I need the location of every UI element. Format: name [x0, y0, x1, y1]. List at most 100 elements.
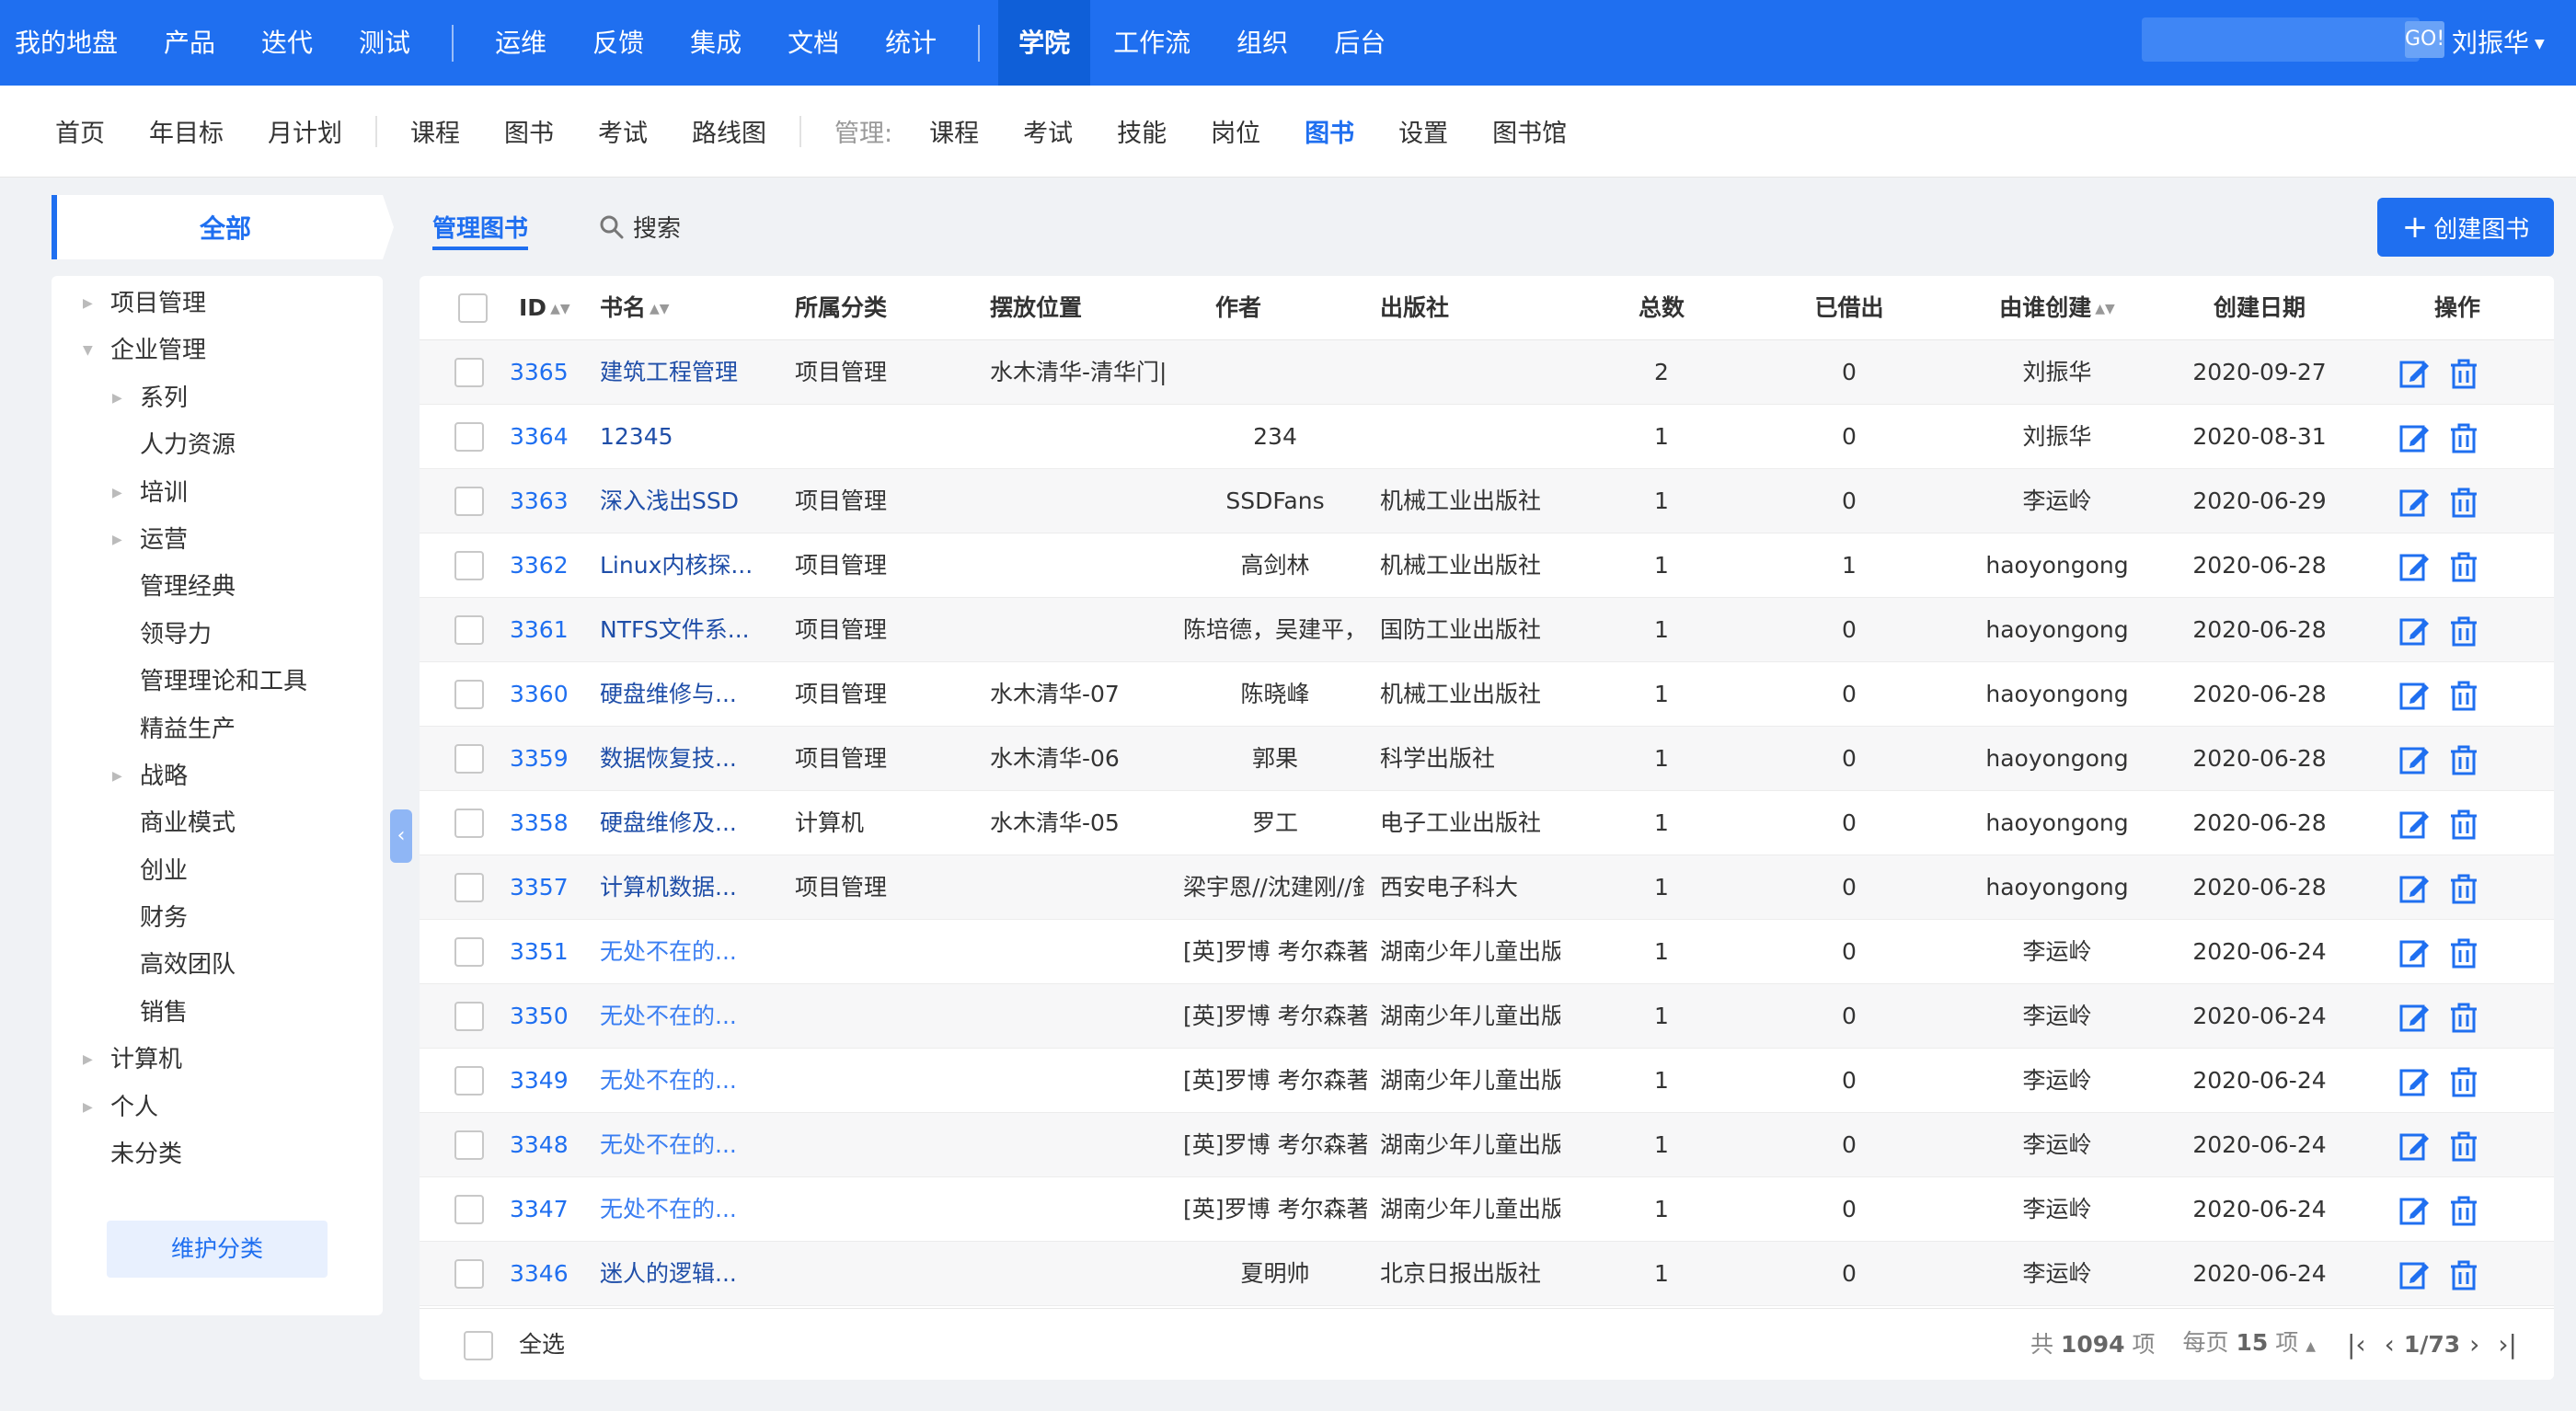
- footer-select-all-checkbox[interactable]: [464, 1331, 493, 1360]
- edit-icon[interactable]: [2398, 1001, 2431, 1034]
- book-title-link[interactable]: 计算机数据...: [600, 855, 784, 920]
- row-checkbox[interactable]: [454, 1002, 484, 1031]
- row-checkbox[interactable]: [454, 358, 484, 387]
- edit-icon[interactable]: [2398, 936, 2431, 969]
- book-title-link[interactable]: 硬盘维修与...: [600, 662, 784, 727]
- category-tree-item[interactable]: 领导力: [140, 616, 212, 653]
- caret-down-icon[interactable]: ▼: [83, 332, 93, 369]
- column-header-id[interactable]: ID ▲▼: [519, 276, 602, 340]
- top-nav-item[interactable]: 测试: [336, 0, 433, 86]
- book-id-link[interactable]: 3348: [510, 1113, 583, 1177]
- trash-icon[interactable]: [2447, 486, 2480, 519]
- trash-icon[interactable]: [2447, 1065, 2480, 1098]
- trash-icon[interactable]: [2447, 936, 2480, 969]
- category-tree-item[interactable]: 创业: [140, 853, 188, 889]
- top-nav-item[interactable]: 运维: [472, 0, 569, 86]
- caret-right-icon[interactable]: ▶: [112, 758, 122, 795]
- category-tree-item[interactable]: 运营: [140, 522, 188, 558]
- trash-icon[interactable]: [2447, 679, 2480, 712]
- row-checkbox[interactable]: [454, 744, 484, 774]
- row-checkbox[interactable]: [454, 1195, 484, 1224]
- trash-icon[interactable]: [2447, 614, 2480, 648]
- trash-icon[interactable]: [2447, 743, 2480, 776]
- row-checkbox[interactable]: [454, 809, 484, 838]
- book-title-link[interactable]: 迷人的逻辑...: [600, 1242, 784, 1306]
- maintain-category-button[interactable]: 维护分类: [107, 1221, 328, 1278]
- book-id-link[interactable]: 3358: [510, 791, 583, 855]
- edit-icon[interactable]: [2398, 679, 2431, 712]
- row-checkbox[interactable]: [454, 1066, 484, 1096]
- book-title-link[interactable]: 无处不在的...: [600, 984, 784, 1049]
- category-tree-item[interactable]: 精益生产: [140, 711, 236, 748]
- edit-icon[interactable]: [2398, 1194, 2431, 1227]
- book-id-link[interactable]: 3351: [510, 920, 583, 984]
- sub-nav-item[interactable]: 课程: [388, 113, 482, 149]
- top-nav-item[interactable]: 后台: [1311, 0, 1409, 86]
- edit-icon[interactable]: [2398, 1065, 2431, 1098]
- book-title-link[interactable]: 数据恢复技...: [600, 727, 784, 791]
- book-id-link[interactable]: 3346: [510, 1242, 583, 1306]
- first-page-icon[interactable]: |‹: [2347, 1309, 2366, 1380]
- book-title-link[interactable]: NTFS文件系...: [600, 598, 784, 662]
- top-nav-item[interactable]: 反馈: [569, 0, 667, 86]
- book-title-link[interactable]: 无处不在的...: [600, 920, 784, 984]
- top-nav-item[interactable]: 产品: [141, 0, 238, 86]
- edit-icon[interactable]: [2398, 808, 2431, 841]
- edit-icon[interactable]: [2398, 486, 2431, 519]
- caret-right-icon[interactable]: ▶: [83, 285, 93, 322]
- book-title-link[interactable]: 无处不在的...: [600, 1113, 784, 1177]
- sub-nav-item[interactable]: 考试: [576, 113, 670, 149]
- row-checkbox[interactable]: [454, 551, 484, 580]
- caret-right-icon[interactable]: ▶: [112, 380, 122, 417]
- book-id-link[interactable]: 3363: [510, 469, 583, 533]
- category-tree-item[interactable]: 商业模式: [140, 805, 236, 842]
- category-tree-item[interactable]: 销售: [140, 994, 188, 1031]
- sub-nav-item[interactable]: 技能: [1095, 113, 1189, 149]
- category-tree-item[interactable]: 管理经典: [140, 568, 236, 605]
- book-id-link[interactable]: 3359: [510, 727, 583, 791]
- category-tree-item[interactable]: 管理理论和工具: [140, 663, 307, 700]
- row-checkbox[interactable]: [454, 615, 484, 645]
- per-page-control[interactable]: 每页 15 项 ▲: [2183, 1307, 2316, 1380]
- caret-right-icon[interactable]: ▶: [112, 475, 122, 511]
- column-header-creator[interactable]: 由谁创建 ▲▼: [1947, 276, 2168, 340]
- top-nav-item[interactable]: 工作流: [1090, 0, 1213, 86]
- book-id-link[interactable]: 3350: [510, 984, 583, 1049]
- top-nav-item[interactable]: 统计: [862, 0, 960, 86]
- category-all-button[interactable]: 全部: [52, 195, 394, 259]
- book-title-link[interactable]: 12345: [600, 405, 784, 469]
- trash-icon[interactable]: [2447, 357, 2480, 390]
- top-nav-item[interactable]: 文档: [765, 0, 862, 86]
- book-id-link[interactable]: 3347: [510, 1177, 583, 1242]
- book-title-link[interactable]: Linux内核探...: [600, 533, 784, 598]
- caret-right-icon[interactable]: ▶: [83, 1089, 93, 1126]
- sub-nav-item[interactable]: 设置: [1376, 113, 1470, 149]
- sub-nav-item[interactable]: 月计划: [246, 113, 364, 149]
- row-checkbox[interactable]: [454, 1259, 484, 1289]
- book-title-link[interactable]: 硬盘维修及...: [600, 791, 784, 855]
- sub-nav-item[interactable]: 岗位: [1189, 113, 1282, 149]
- book-id-link[interactable]: 3362: [510, 533, 583, 598]
- category-tree-item[interactable]: 个人: [110, 1089, 158, 1126]
- book-title-link[interactable]: 无处不在的...: [600, 1177, 784, 1242]
- book-id-link[interactable]: 3360: [510, 662, 583, 727]
- edit-icon[interactable]: [2398, 357, 2431, 390]
- tab-search[interactable]: 搜索: [598, 210, 681, 244]
- edit-icon[interactable]: [2398, 1130, 2431, 1163]
- sub-nav-item[interactable]: 图书: [482, 113, 576, 149]
- global-search-input[interactable]: [2142, 17, 2405, 62]
- sub-nav-item[interactable]: 首页: [0, 113, 127, 149]
- sub-nav-item[interactable]: 考试: [1001, 113, 1095, 149]
- category-tree-item[interactable]: 战略: [140, 758, 188, 795]
- header-select-all-checkbox[interactable]: [458, 293, 488, 323]
- category-tree-item[interactable]: 人力资源: [140, 427, 236, 464]
- trash-icon[interactable]: [2447, 808, 2480, 841]
- caret-right-icon[interactable]: ▶: [112, 522, 122, 558]
- category-tree-item[interactable]: 系列: [140, 380, 188, 417]
- sub-nav-item[interactable]: 图书馆: [1470, 113, 1589, 149]
- sub-nav-item[interactable]: 路线图: [670, 113, 788, 149]
- row-checkbox[interactable]: [454, 487, 484, 516]
- row-checkbox[interactable]: [454, 680, 484, 709]
- row-checkbox[interactable]: [454, 422, 484, 452]
- book-id-link[interactable]: 3357: [510, 855, 583, 920]
